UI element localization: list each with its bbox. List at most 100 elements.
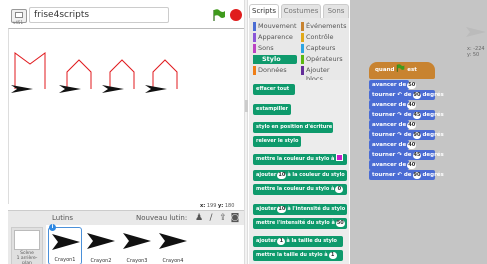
script-block-move[interactable]: avancer de 40 bbox=[369, 100, 417, 110]
number-input[interactable]: 40 bbox=[407, 102, 417, 109]
block-palette: Mouvement Événements Apparence Contrôle … bbox=[249, 18, 349, 264]
stage-thumbnail-image bbox=[14, 230, 40, 250]
number-input[interactable]: 10 bbox=[277, 206, 287, 213]
drawn-house bbox=[66, 59, 92, 89]
sprite-name: Crayon1 bbox=[54, 257, 76, 263]
project-title-input[interactable]: frise4scripts bbox=[29, 7, 169, 23]
camera-icon[interactable]: ◙ bbox=[230, 213, 240, 223]
category-looks[interactable]: Apparence bbox=[253, 33, 297, 42]
sprite-name: Crayon4 bbox=[162, 258, 184, 264]
block-pen-up[interactable]: relever le stylo bbox=[253, 136, 301, 147]
paintbrush-icon[interactable]: / bbox=[206, 213, 216, 223]
block-set-pen-size[interactable]: mettre la taille du stylo à1 bbox=[253, 250, 343, 261]
category-sensing[interactable]: Capteurs bbox=[301, 44, 347, 53]
block-set-pen-color-swatch[interactable]: mettre la couleur du stylo à bbox=[253, 154, 347, 165]
info-icon[interactable]: i bbox=[49, 224, 56, 231]
category-events[interactable]: Événements bbox=[301, 22, 347, 31]
sprite-arrow-1 bbox=[11, 85, 33, 93]
number-input[interactable]: 40 bbox=[407, 142, 417, 149]
script-block-turn[interactable]: tourner ↷ de 45 degrés bbox=[369, 150, 444, 160]
number-input[interactable]: 50 bbox=[407, 82, 417, 89]
category-data[interactable]: Données bbox=[253, 66, 297, 75]
stage-header: v451 frise4scripts bbox=[0, 0, 244, 28]
block-stamp[interactable]: estampiller bbox=[253, 104, 291, 115]
number-input[interactable]: 50 bbox=[335, 220, 345, 227]
version-label: v451 bbox=[13, 20, 24, 25]
green-flag-icon[interactable] bbox=[212, 9, 226, 21]
sprite-tile-crayon4[interactable]: Crayon4 bbox=[156, 227, 190, 264]
sprite-name: Crayon3 bbox=[126, 258, 148, 264]
block-clear[interactable]: effacer tout bbox=[253, 84, 295, 95]
block-change-pen-size[interactable]: ajouter 1 à la taille du stylo bbox=[253, 236, 343, 247]
script-block-move[interactable]: avancer de 40 bbox=[369, 160, 417, 170]
block-set-pen-color-number[interactable]: mettre la couleur du stylo à0 bbox=[253, 184, 347, 195]
number-input[interactable]: 1 bbox=[328, 252, 337, 259]
divider-grip[interactable] bbox=[245, 100, 248, 112]
pen-blocks-list: effacer tout estampiller stylo en positi… bbox=[249, 80, 349, 264]
script-block-move[interactable]: avancer de 40 bbox=[369, 120, 417, 130]
block-change-pen-shade[interactable]: ajouter 10 à l'intensité du stylo bbox=[253, 204, 347, 215]
sprite-library-icon[interactable]: ♟ bbox=[194, 213, 204, 223]
script-block-turn[interactable]: tourner ↶ de 90 degrés bbox=[369, 170, 444, 180]
sprite-tile-crayon1[interactable]: i Crayon1 bbox=[48, 224, 82, 264]
mouse-x-value: 199 bbox=[206, 203, 217, 209]
block-change-pen-color[interactable]: ajouter 10 à la couleur du stylo bbox=[253, 170, 347, 181]
sprite-arrow-3 bbox=[102, 85, 124, 93]
sprite-list: i Crayon1 Crayon2 Crayon3 Crayon4 bbox=[46, 224, 244, 264]
drawn-house bbox=[152, 59, 178, 89]
category-sounds[interactable]: Sons bbox=[253, 44, 297, 53]
category-pen[interactable]: Stylo bbox=[253, 55, 297, 64]
category-control[interactable]: Contrôle bbox=[301, 33, 347, 42]
mouse-coordinates: x: 199 y: 180 bbox=[200, 203, 235, 209]
sprite-arrow-4 bbox=[145, 85, 167, 93]
tab-scripts[interactable]: Scripts bbox=[249, 4, 279, 19]
number-input[interactable]: 90 bbox=[412, 92, 422, 99]
number-input[interactable]: 45 bbox=[412, 152, 422, 159]
sprite-name: Crayon2 bbox=[90, 258, 112, 264]
drawn-shape bbox=[14, 52, 46, 89]
tab-sounds[interactable]: Sons bbox=[323, 4, 349, 18]
script-block-move[interactable]: avancer de 50 bbox=[369, 80, 417, 90]
script-block-turn[interactable]: tourner ↷ de 45 degrés bbox=[369, 110, 444, 120]
block-set-pen-shade[interactable]: mettre l'intensité du stylo à 50 bbox=[253, 218, 347, 229]
drawn-house bbox=[109, 59, 135, 89]
number-input[interactable]: 1 bbox=[277, 238, 286, 245]
script-block-move[interactable]: avancer de 40 bbox=[369, 140, 417, 150]
script-area[interactable]: x: -224 y: 50 quand est cliqué avancer d… bbox=[350, 0, 487, 264]
sprite-tile-crayon3[interactable]: Crayon3 bbox=[120, 227, 154, 264]
number-input[interactable]: 90 bbox=[412, 132, 422, 139]
pane-divider[interactable] bbox=[244, 0, 248, 264]
number-input[interactable]: 90 bbox=[412, 172, 422, 179]
new-sprite-label: Nouveau lutin: bbox=[136, 214, 188, 222]
sprite-arrow-2 bbox=[59, 85, 81, 93]
category-selector: Mouvement Événements Apparence Contrôle … bbox=[249, 18, 349, 83]
sprites-label: Lutins bbox=[52, 214, 73, 222]
green-flag-icon bbox=[397, 64, 405, 72]
number-input[interactable]: 0 bbox=[335, 186, 344, 193]
number-input[interactable]: 10 bbox=[277, 172, 287, 179]
number-input[interactable]: 45 bbox=[412, 112, 422, 119]
upload-icon[interactable]: ⇪ bbox=[218, 213, 228, 223]
sprite-tile-crayon2[interactable]: Crayon2 bbox=[84, 227, 118, 264]
when-flag-clicked-block[interactable]: quand est cliqué bbox=[369, 62, 435, 90]
backdrop-count: 1 arrière-plan bbox=[16, 256, 38, 264]
sprite-y: y: 50 bbox=[467, 52, 480, 58]
script-block-turn[interactable]: tourner ↷ de 90 degrés bbox=[369, 130, 444, 140]
tab-costumes[interactable]: Costumes bbox=[281, 4, 321, 18]
stage-area: v451 frise4scripts x: 199 y: 180 Lutins … bbox=[0, 0, 244, 264]
block-pen-down[interactable]: stylo en position d'écriture bbox=[253, 122, 333, 133]
stage-thumbnail[interactable]: Scène 1 arrière-plan bbox=[11, 227, 43, 264]
number-input[interactable]: 40 bbox=[407, 162, 417, 169]
mouse-y-value: 180 bbox=[224, 203, 235, 209]
sprite-pane: Lutins Nouveau lutin: ♟ / ⇪ ◙ Scène 1 ar… bbox=[8, 210, 244, 264]
stop-icon[interactable] bbox=[230, 9, 242, 21]
category-operators[interactable]: Opérateurs bbox=[301, 55, 347, 64]
color-swatch[interactable] bbox=[336, 154, 344, 161]
script-block-turn[interactable]: tourner ↶ de 90 degrés bbox=[369, 90, 444, 100]
current-sprite-icon bbox=[466, 27, 486, 37]
category-more-blocks[interactable]: Ajouter blocs bbox=[301, 66, 347, 83]
number-input[interactable]: 40 bbox=[407, 122, 417, 129]
sprite-position: x: -224 y: 50 bbox=[467, 46, 485, 58]
category-motion[interactable]: Mouvement bbox=[253, 22, 297, 31]
stage-canvas[interactable] bbox=[8, 28, 244, 204]
